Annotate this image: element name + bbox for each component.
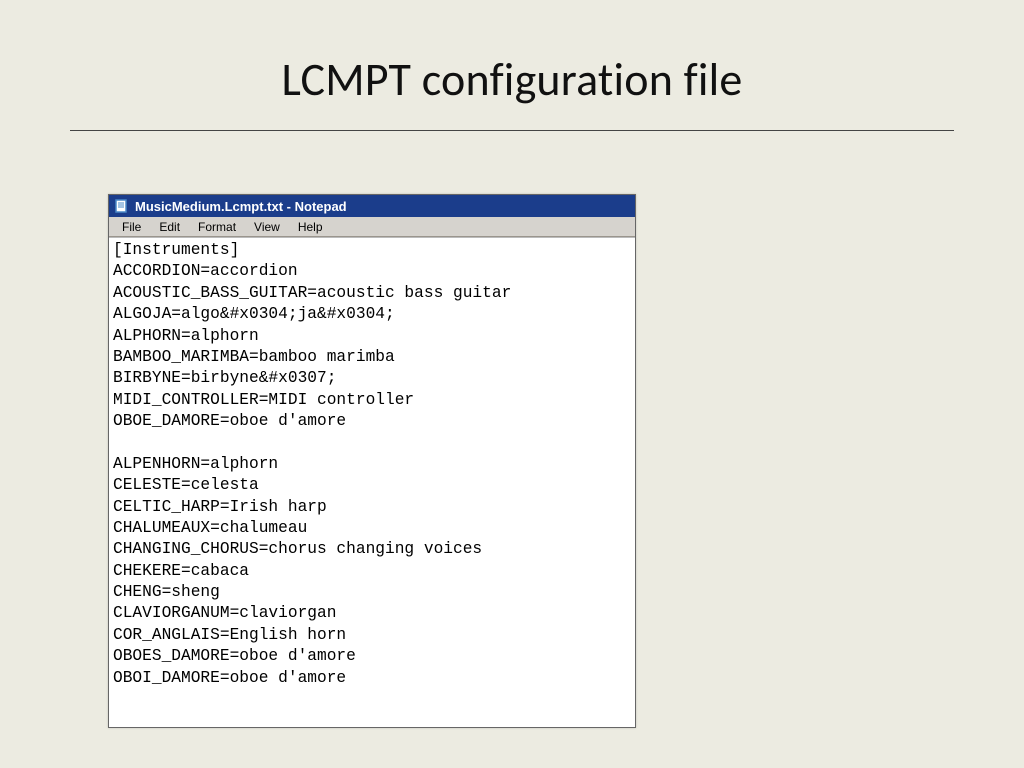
menu-view[interactable]: View [245,218,289,236]
notepad-icon [115,199,129,213]
menu-format[interactable]: Format [189,218,245,236]
menu-edit[interactable]: Edit [150,218,189,236]
title-divider [70,130,954,131]
notepad-window: MusicMedium.Lcmpt.txt - Notepad File Edi… [108,194,636,728]
slide-title: LCMPT configuration file [0,0,1024,108]
window-title: MusicMedium.Lcmpt.txt - Notepad [135,199,347,214]
slide: LCMPT configuration file MusicMedium.Lcm… [0,0,1024,768]
window-titlebar[interactable]: MusicMedium.Lcmpt.txt - Notepad [109,195,635,217]
notepad-content[interactable]: [Instruments] ACCORDION=accordion ACOUST… [109,237,635,727]
menu-bar: File Edit Format View Help [109,217,635,237]
menu-help[interactable]: Help [289,218,332,236]
menu-file[interactable]: File [113,218,150,236]
